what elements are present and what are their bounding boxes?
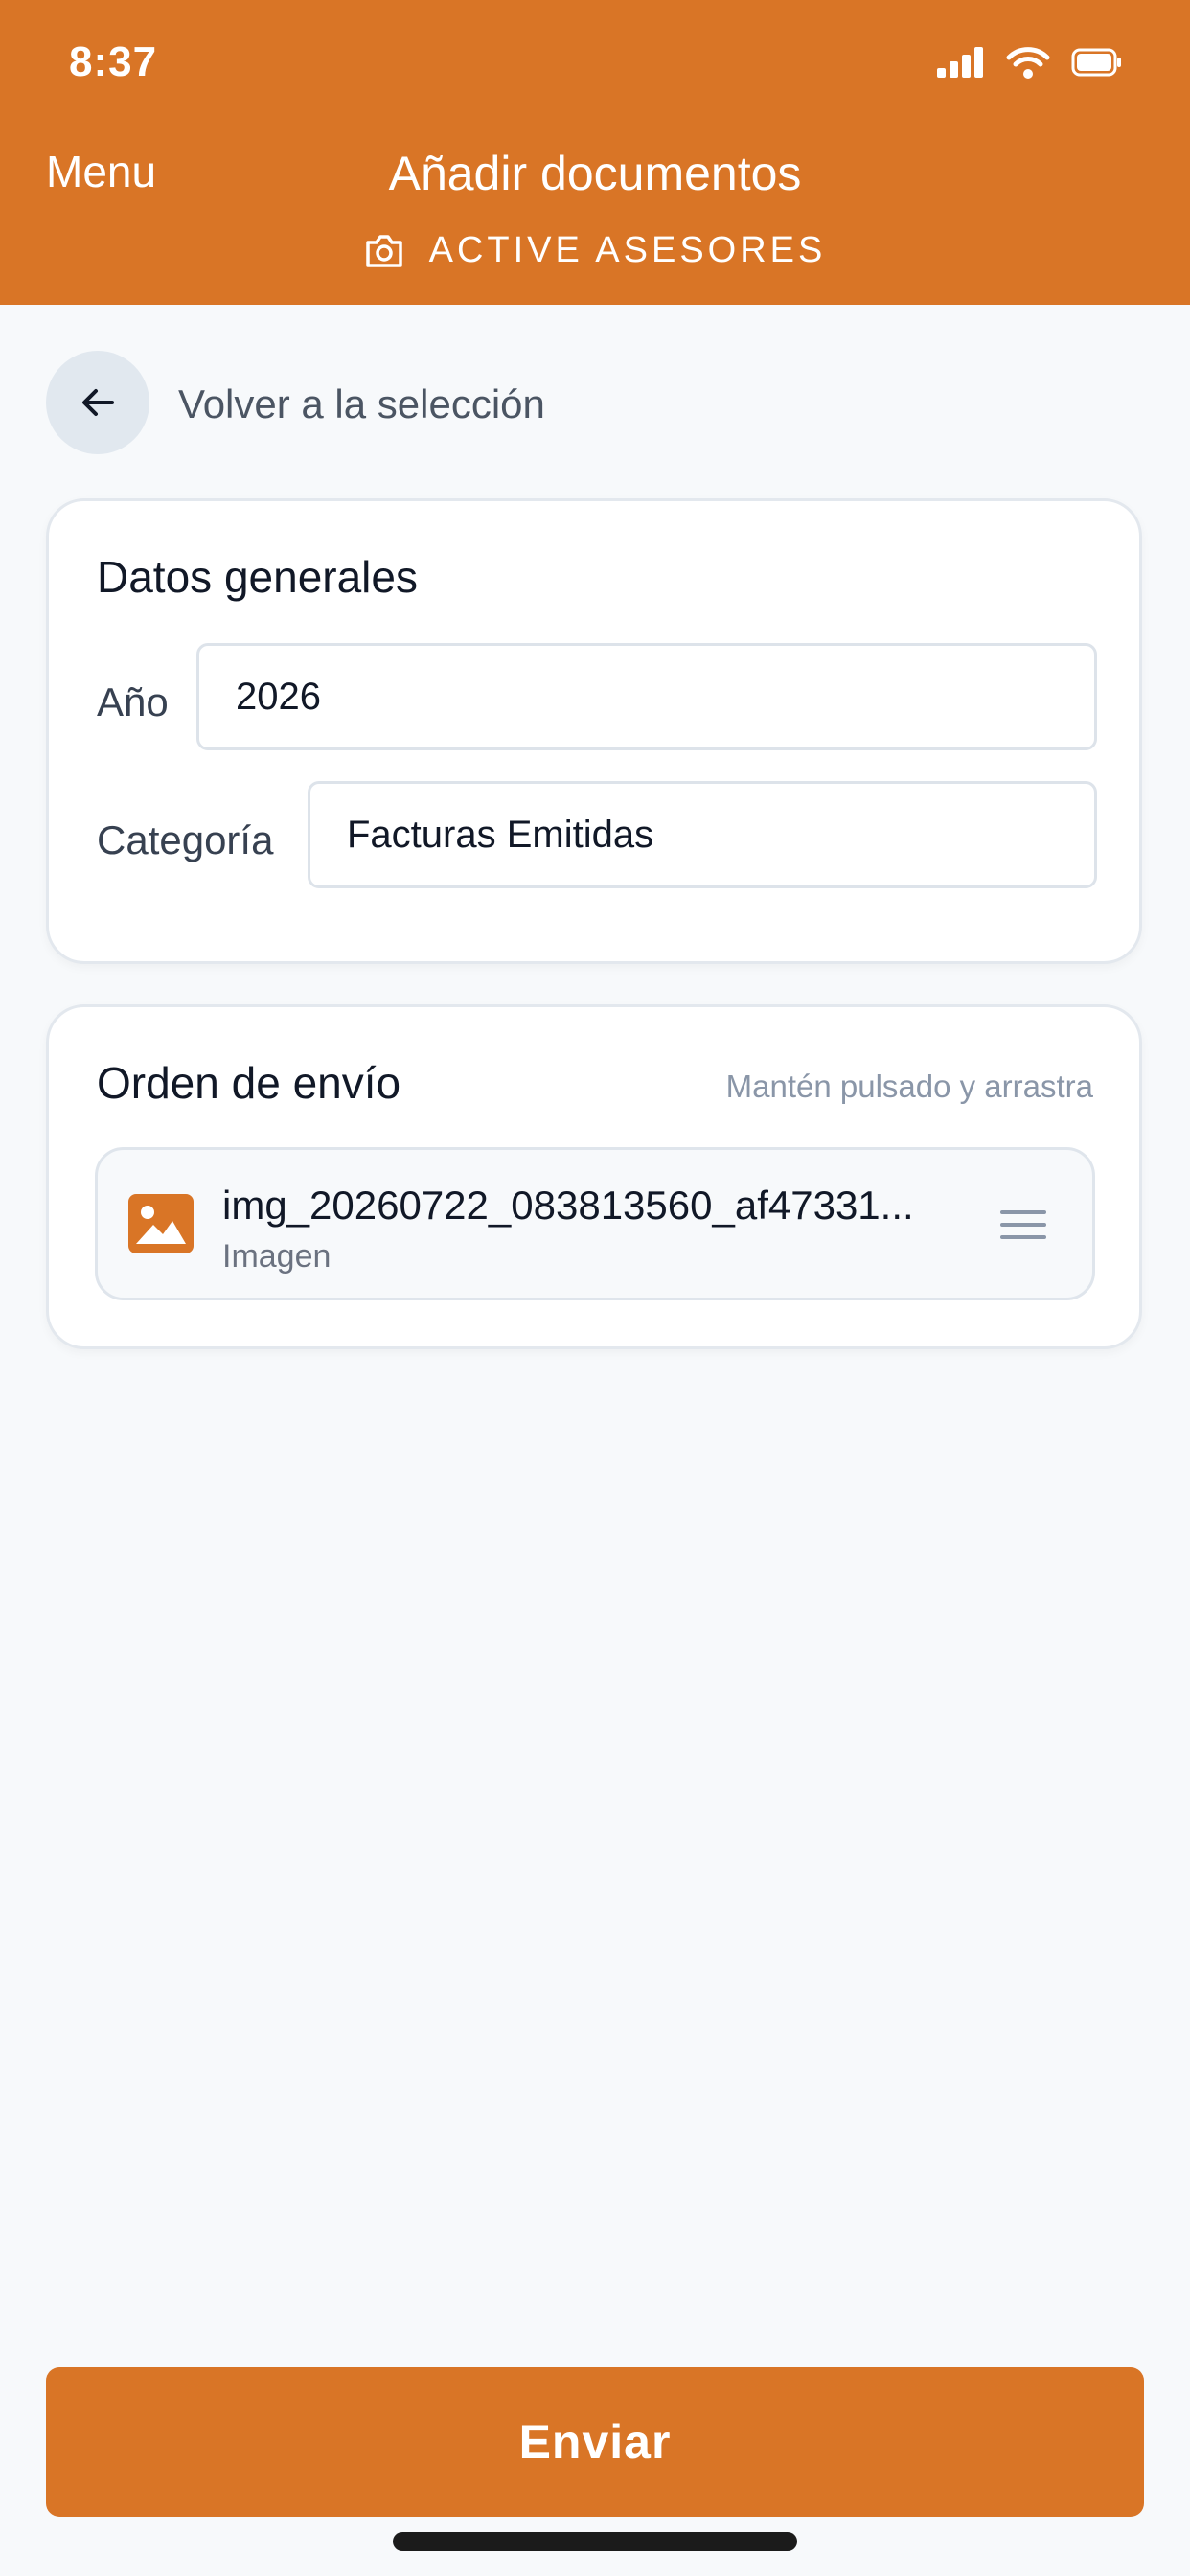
status-time: 8:37 (69, 38, 158, 85)
camera-icon (365, 234, 402, 267)
drag-handle-icon[interactable] (1000, 1209, 1046, 1240)
arrow-left-icon (82, 389, 114, 416)
company-name: ACTIVE ASESORES (428, 230, 827, 270)
general-data-card: Datos generales Año 2026 Categoría Factu… (46, 498, 1142, 964)
send-order-card: Orden de envío Mantén pulsado y arrastra… (46, 1004, 1142, 1349)
send-button[interactable]: Enviar (46, 2367, 1144, 2517)
document-name: img_20260722_083813560_af47331... (222, 1183, 914, 1228)
image-icon (128, 1194, 194, 1254)
back-label[interactable]: Volver a la selección (178, 381, 545, 427)
page-title: Añadir documentos (388, 147, 802, 200)
battery-icon (1071, 48, 1121, 77)
category-label: Categoría (97, 817, 274, 862)
year-value: 2026 (236, 675, 321, 718)
send-order-title: Orden de envío (97, 1058, 401, 1108)
status-icons (937, 46, 1123, 79)
year-label: Año (97, 679, 169, 724)
general-data-title: Datos generales (97, 552, 418, 602)
category-value: Facturas Emitidas (347, 813, 654, 856)
reorder-hint: Mantén pulsado y arrastra (725, 1069, 1093, 1104)
back-button[interactable] (46, 351, 149, 454)
document-item[interactable]: img_20260722_083813560_af47331... Imagen (95, 1147, 1095, 1300)
document-type: Imagen (222, 1238, 332, 1275)
signal-icon (937, 47, 983, 78)
home-indicator (393, 2532, 797, 2551)
year-field[interactable]: 2026 (196, 643, 1097, 750)
wifi-icon (1006, 47, 1050, 79)
app-header: 8:37 Menu Añadir documentos ACTIVE ASESO… (0, 0, 1190, 305)
category-field[interactable]: Facturas Emitidas (308, 781, 1097, 888)
company-subtitle: ACTIVE ASESORES (0, 230, 1190, 271)
